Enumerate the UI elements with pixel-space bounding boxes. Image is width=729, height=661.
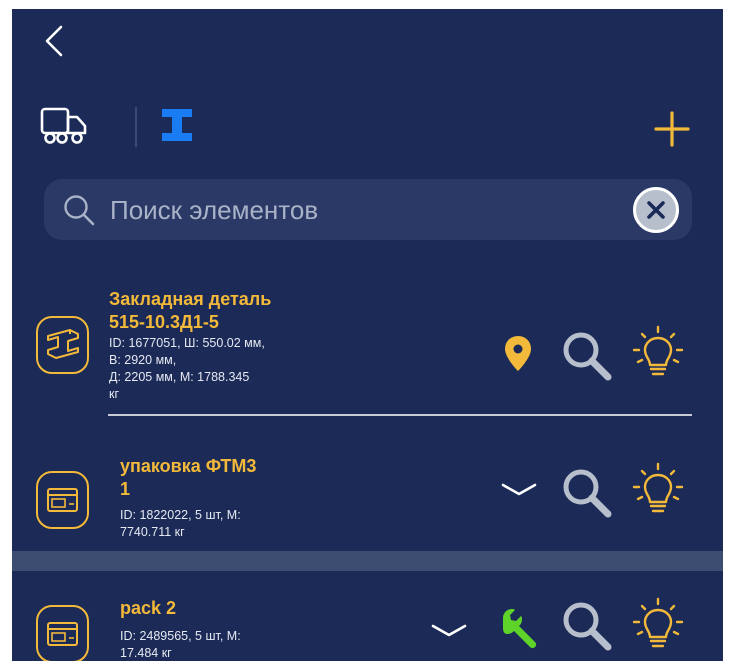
list-item[interactable]: упаковка ФТМ3 1 ID: 1822022, 5 шт, М: 77… (12, 416, 723, 551)
item-title: упаковка ФТМ3 1 (120, 456, 257, 499)
plus-icon (654, 111, 690, 147)
item-meta-line: ID: 1677051, Ш: 550.02 мм, (109, 336, 265, 350)
expand-button[interactable] (500, 480, 538, 500)
item-meta-line: ID: 1822022, 5 шт, М: (120, 508, 241, 522)
chevron-down-icon (431, 624, 467, 637)
tab-divider (135, 107, 137, 147)
back-button[interactable] (40, 21, 70, 61)
item-meta: ID: 2489565, 5 шт, М: 17.484 кг (120, 628, 241, 661)
tab-elements[interactable] (160, 107, 194, 143)
item-meta-line: 7740.711 кг (120, 525, 185, 539)
search-input[interactable] (108, 189, 612, 231)
highlight-button[interactable] (631, 325, 685, 381)
item-meta: ID: 1677051, Ш: 550.02 мм, В: 2920 мм, Д… (109, 335, 265, 403)
search-icon (563, 469, 612, 518)
tab-transport[interactable] (39, 105, 89, 147)
item-icon (36, 471, 89, 529)
wrench-icon (503, 609, 537, 649)
box-icon (47, 622, 78, 646)
item-meta-line: ID: 2489565, 5 шт, М: (120, 629, 241, 643)
item-title: Закладная деталь 515-10.3Д1-5 (109, 289, 272, 332)
item-icon (36, 605, 89, 661)
expand-button[interactable] (430, 621, 468, 641)
search-icon (62, 193, 96, 227)
locate-button[interactable] (502, 334, 534, 374)
item-meta-line: кг (109, 387, 120, 401)
inspect-button[interactable] (560, 466, 612, 518)
location-pin-icon (505, 336, 531, 371)
box-icon (47, 488, 78, 512)
lightbulb-icon (632, 597, 684, 648)
highlight-button[interactable] (631, 597, 685, 653)
item-icon (36, 316, 89, 374)
clear-search-button[interactable] (633, 187, 679, 233)
chevron-down-icon (501, 483, 537, 496)
item-meta-line: 17.484 кг (120, 646, 172, 660)
highlight-button[interactable] (631, 462, 685, 518)
add-button[interactable] (652, 109, 692, 149)
app-screen: Закладная деталь 515-10.3Д1-5 ID: 167705… (12, 9, 723, 661)
close-icon (647, 201, 665, 219)
i-beam-icon (162, 109, 192, 141)
search-bar[interactable] (44, 179, 692, 240)
list-item[interactable]: Закладная деталь 515-10.3Д1-5 ID: 167705… (12, 279, 723, 414)
i-beam-icon (47, 329, 79, 359)
lightbulb-icon (632, 325, 684, 376)
section-separator (12, 551, 723, 571)
item-meta: ID: 1822022, 5 шт, М: 7740.711 кг (120, 507, 241, 541)
item-meta-line: Д: 2205 мм, М: 1788.345 (109, 370, 250, 384)
settings-button[interactable] (498, 607, 540, 649)
item-meta-line: В: 2920 мм, (109, 353, 177, 367)
list-item[interactable]: pack 2 ID: 2489565, 5 шт, М: 17.484 кг (12, 571, 723, 661)
truck-icon (40, 107, 87, 144)
search-icon (563, 332, 612, 381)
item-title: pack 2 (120, 598, 177, 618)
inspect-button[interactable] (560, 329, 612, 381)
inspect-button[interactable] (560, 599, 612, 651)
chevron-left-icon (45, 25, 63, 57)
lightbulb-icon (632, 462, 684, 513)
search-icon (563, 602, 612, 651)
